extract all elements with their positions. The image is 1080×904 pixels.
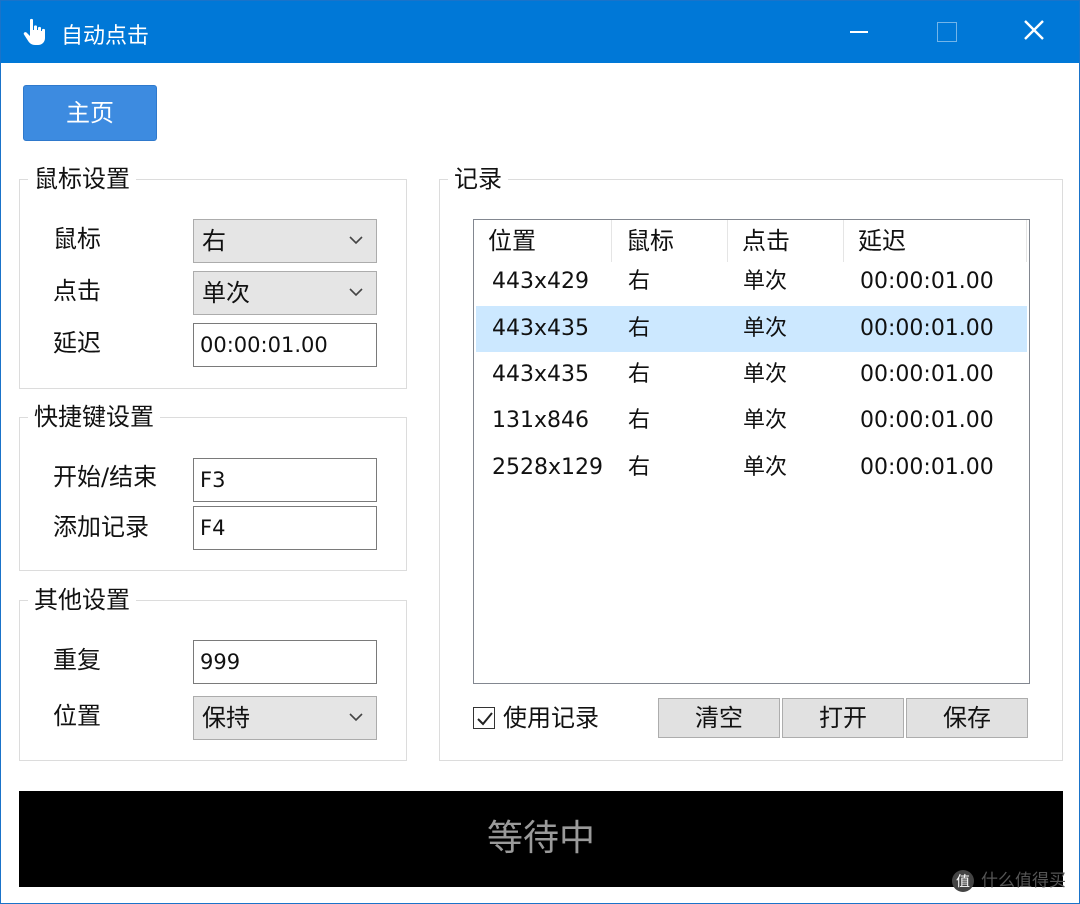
cell-click: 单次 xyxy=(743,455,788,480)
home-button[interactable]: 主页 xyxy=(23,85,157,141)
delay-input[interactable]: 00:00:01.00 xyxy=(193,323,377,367)
records-list-header: 位置 鼠标 点击 延迟 xyxy=(474,220,1029,262)
mouse-settings-group: 鼠标设置 鼠标 右 点击 单次 延迟 00:00:01.00 xyxy=(19,162,407,389)
hotkey-settings-title: 快捷键设置 xyxy=(28,400,160,434)
cell-delay: 00:00:01.00 xyxy=(860,269,994,294)
table-row[interactable]: 443x435 右 单次 00:00:01.00 xyxy=(476,306,1027,352)
table-row[interactable]: 2528x129 右 单次 00:00:01.00 xyxy=(476,445,1027,491)
position-select[interactable]: 保持 xyxy=(193,696,377,740)
close-button[interactable] xyxy=(1001,1,1065,63)
cell-position: 443x435 xyxy=(492,362,590,387)
window-title: 自动点击 xyxy=(61,24,150,49)
cell-position: 443x429 xyxy=(492,269,590,294)
cell-position: 2528x129 xyxy=(492,455,603,480)
clear-button[interactable]: 清空 xyxy=(658,698,780,738)
hand-pointer-icon xyxy=(23,18,45,45)
watermark-text: 什么值得买 xyxy=(981,871,1066,891)
delay-label: 延迟 xyxy=(53,329,101,357)
status-bar: 等待中 xyxy=(19,791,1063,887)
cell-click: 单次 xyxy=(743,362,788,387)
cell-mouse: 右 xyxy=(628,316,651,341)
click-label: 点击 xyxy=(53,277,101,305)
mouse-button-value: 右 xyxy=(202,227,226,255)
column-header-delay[interactable]: 延迟 xyxy=(844,220,1027,262)
table-row[interactable]: 443x435 右 单次 00:00:01.00 xyxy=(476,352,1027,398)
start-stop-label: 开始/结束 xyxy=(53,463,158,491)
chevron-down-icon xyxy=(349,288,363,297)
cell-click: 单次 xyxy=(743,269,788,294)
add-record-label: 添加记录 xyxy=(53,513,149,541)
table-row[interactable]: 131x846 右 单次 00:00:01.00 xyxy=(476,398,1027,444)
cell-delay: 00:00:01.00 xyxy=(860,362,994,387)
use-records-label: 使用记录 xyxy=(503,704,599,732)
click-type-select[interactable]: 单次 xyxy=(193,271,377,315)
watermark-logo-icon: 值 xyxy=(952,870,974,892)
open-button[interactable]: 打开 xyxy=(782,698,904,738)
column-header-click[interactable]: 点击 xyxy=(728,220,844,262)
records-title: 记录 xyxy=(448,162,508,196)
cell-position: 131x846 xyxy=(492,408,590,433)
save-button[interactable]: 保存 xyxy=(906,698,1028,738)
mouse-button-select[interactable]: 右 xyxy=(193,219,377,263)
app-window: 自动点击 主页 鼠标设置 鼠标 右 点击 单次 延迟 00:00:01.00 快… xyxy=(0,0,1080,904)
cell-delay: 00:00:01.00 xyxy=(860,316,994,341)
cell-mouse: 右 xyxy=(628,408,651,433)
close-icon xyxy=(1024,20,1044,40)
position-label: 位置 xyxy=(53,702,101,730)
other-settings-title: 其他设置 xyxy=(28,583,136,617)
checkmark-icon xyxy=(477,712,493,726)
maximize-button[interactable] xyxy=(913,1,977,63)
other-settings-group: 其他设置 重复 999 位置 保持 xyxy=(19,583,407,761)
minimize-button[interactable] xyxy=(826,1,890,63)
click-type-value: 单次 xyxy=(202,279,250,307)
chevron-down-icon xyxy=(349,713,363,722)
cell-delay: 00:00:01.00 xyxy=(860,408,994,433)
table-row[interactable]: 443x429 右 单次 00:00:01.00 xyxy=(476,259,1027,305)
cell-delay: 00:00:01.00 xyxy=(860,455,994,480)
column-header-mouse[interactable]: 鼠标 xyxy=(612,220,728,262)
cell-mouse: 右 xyxy=(628,362,651,387)
position-value: 保持 xyxy=(202,704,250,732)
add-record-hotkey-input[interactable]: F4 xyxy=(193,506,377,550)
repeat-input[interactable]: 999 xyxy=(193,640,377,684)
mouse-label: 鼠标 xyxy=(53,225,101,253)
hotkey-settings-group: 快捷键设置 开始/结束 F3 添加记录 F4 xyxy=(19,400,407,571)
mouse-settings-title: 鼠标设置 xyxy=(28,162,136,196)
cell-click: 单次 xyxy=(743,316,788,341)
cell-click: 单次 xyxy=(743,408,788,433)
records-list[interactable]: 位置 鼠标 点击 延迟 443x429 右 单次 00:00:01.00 443… xyxy=(473,219,1030,684)
cell-mouse: 右 xyxy=(628,455,651,480)
start-stop-hotkey-input[interactable]: F3 xyxy=(193,458,377,502)
svg-text:值: 值 xyxy=(956,874,970,890)
checkbox-box[interactable] xyxy=(473,707,495,729)
cell-mouse: 右 xyxy=(628,269,651,294)
cell-position: 443x435 xyxy=(492,316,590,341)
column-header-position[interactable]: 位置 xyxy=(474,220,612,262)
repeat-label: 重复 xyxy=(53,646,101,674)
title-bar[interactable]: 自动点击 xyxy=(1,1,1079,63)
chevron-down-icon xyxy=(349,236,363,245)
